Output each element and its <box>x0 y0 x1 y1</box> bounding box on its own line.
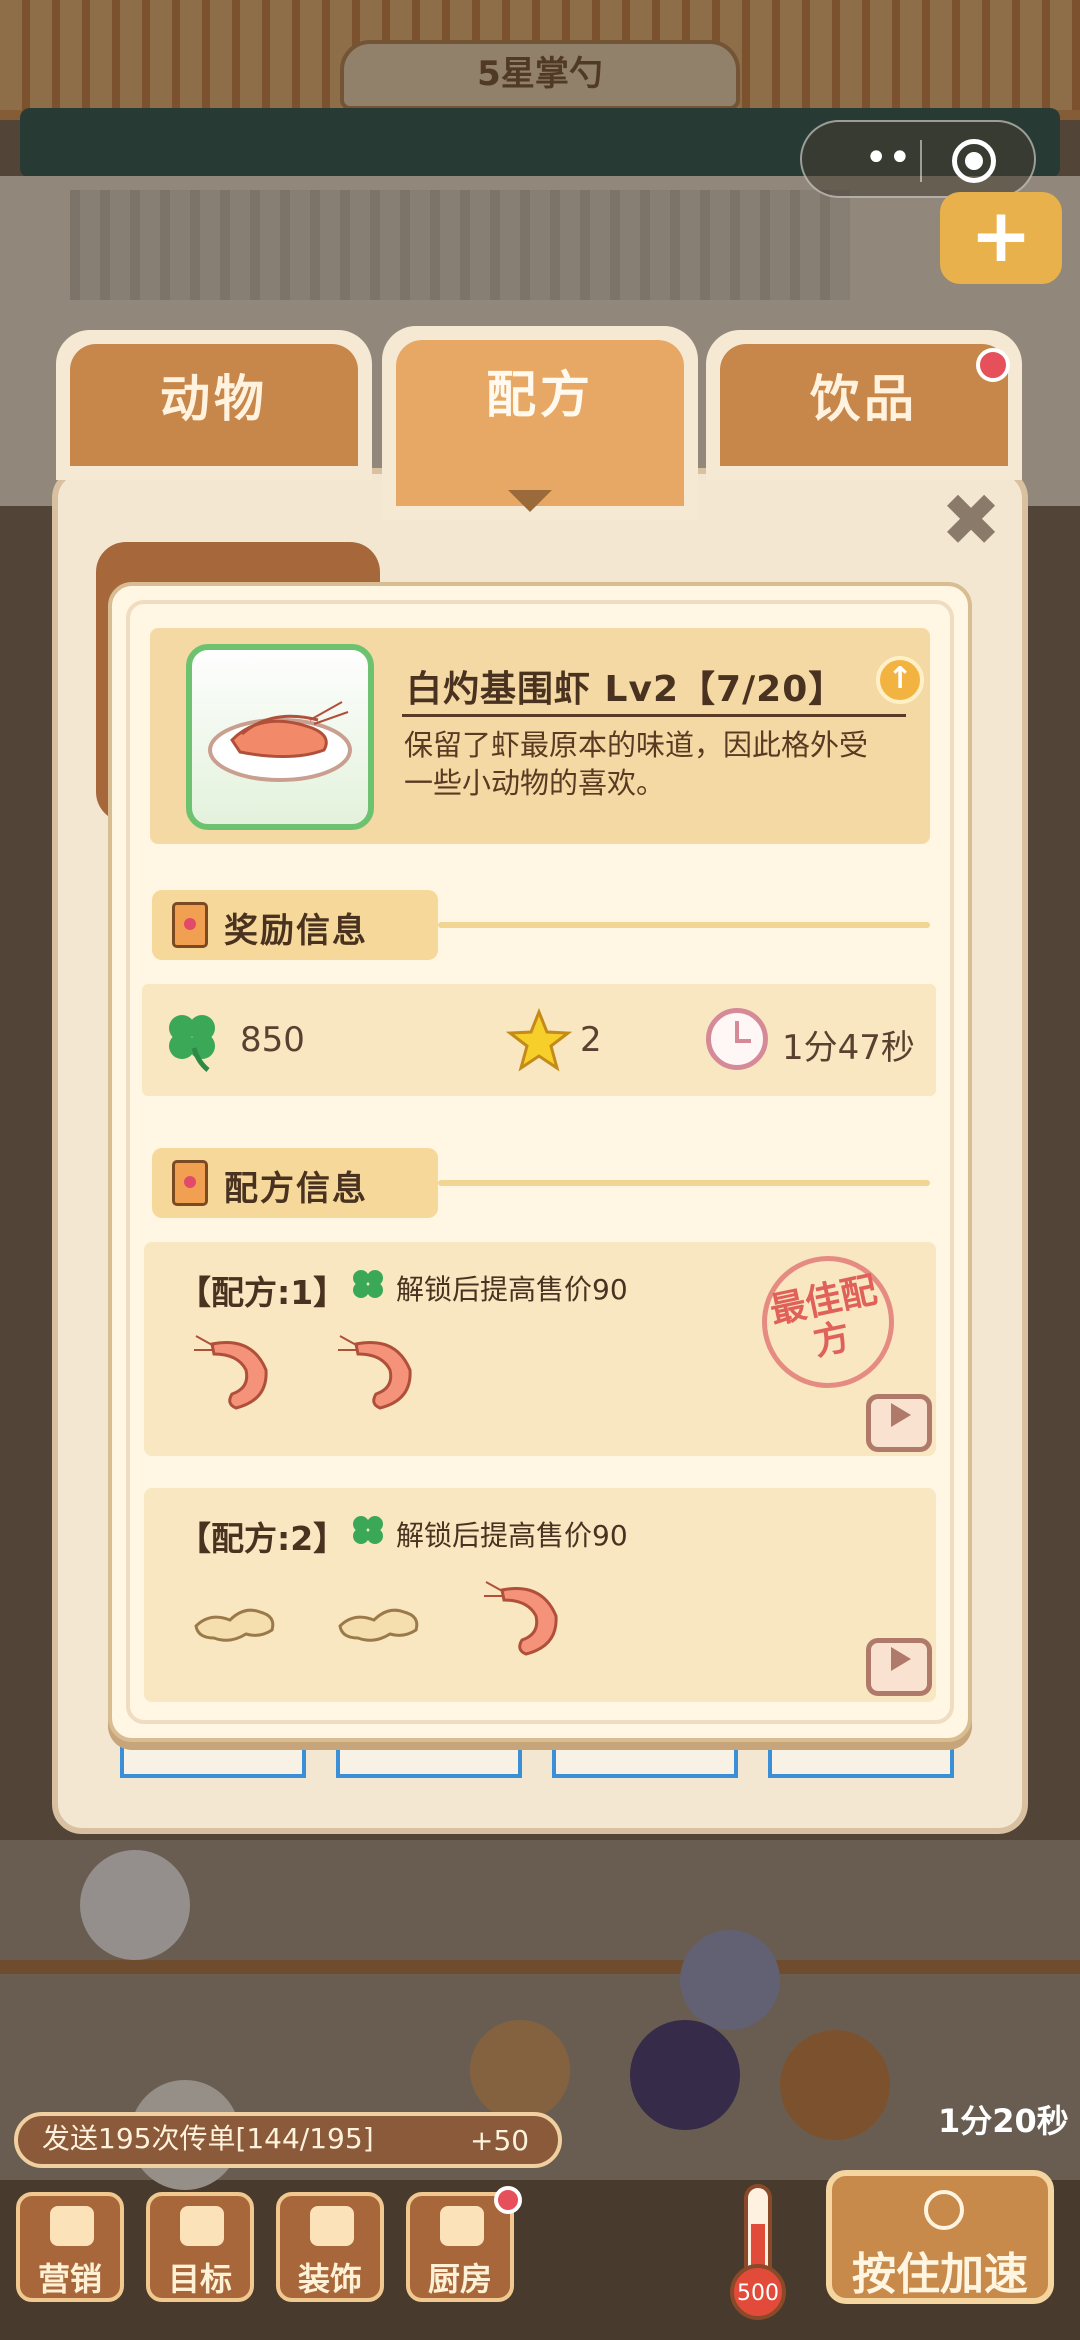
clock-icon <box>706 1008 768 1070</box>
dish-description: 保留了虾最原本的味道，因此格外受一些小动物的喜欢。 <box>404 728 869 800</box>
mini-program-capsule: •• <box>800 120 1036 198</box>
megaphone-icon <box>50 2206 94 2246</box>
more-button[interactable]: •• <box>838 136 938 186</box>
cook-time-value: 1分47秒 <box>782 1028 915 1068</box>
section-divider <box>438 1180 930 1186</box>
share-recipe-2-button[interactable] <box>866 1638 932 1696</box>
paint-roller-icon <box>310 2206 354 2246</box>
tab-drinks-label: 饮品 <box>720 344 1008 466</box>
ginger-ingredient-icon <box>194 1608 275 1642</box>
marketing-button[interactable]: 营销 <box>16 2192 124 2302</box>
recipe-1-label: 【配方:1】 <box>178 1273 347 1312</box>
reward-section-header: 奖励信息 <box>152 890 438 960</box>
active-tab-arrow <box>508 490 552 512</box>
speed-label: 按住加速 <box>852 2249 1028 2300</box>
tab-animals-label: 动物 <box>70 344 358 466</box>
close-program-button[interactable] <box>952 139 996 183</box>
clover-icon <box>353 1270 383 1298</box>
tab-animals[interactable]: 动物 <box>56 330 372 480</box>
close-icon[interactable]: ✖ <box>940 484 1002 556</box>
recipe-section-header: 配方信息 <box>152 1148 438 1218</box>
decor-button[interactable]: 装饰 <box>276 2192 384 2302</box>
dish-name-underline <box>402 714 906 717</box>
timer-text: 1分20秒 <box>938 2102 1069 2140</box>
reward-section-title: 奖励信息 <box>224 911 368 951</box>
heat-value: 500 <box>737 2281 779 2306</box>
kitchen-label: 厨房 <box>427 2260 492 2298</box>
clipboard-icon <box>172 902 208 948</box>
goals-button[interactable]: 目标 <box>146 2192 254 2302</box>
clipboard-icon <box>172 1160 208 1206</box>
star-icon <box>506 1008 572 1072</box>
shrimp-ingredient-icon <box>338 1335 412 1410</box>
dish-thumbnail <box>186 644 374 830</box>
cooking-pot-icon <box>440 2206 484 2246</box>
shrimp-plate-icon <box>208 701 352 782</box>
quest-text: 发送195次传单[144/195] <box>42 2122 374 2155</box>
speed-icon <box>924 2190 964 2230</box>
shrimp-ingredient-icon <box>484 1581 558 1656</box>
capsule-divider <box>920 140 922 182</box>
dish-name: 白灼基围虾 Lv2【7/20】 <box>406 669 846 710</box>
recipe-2-label: 【配方:2】 <box>178 1519 347 1558</box>
tab-recipes-label: 配方 <box>396 340 684 506</box>
shrimp-ingredient-icon <box>194 1335 268 1410</box>
upgrade-arrow-icon[interactable]: ↑ <box>876 656 924 704</box>
add-button[interactable]: + <box>940 192 1062 284</box>
recipe-1-unlock-text: 解锁后提高售价90 <box>396 1273 628 1306</box>
clover-reward-value: 850 <box>240 1020 305 1060</box>
tab-drinks[interactable]: 饮品 <box>706 330 1022 480</box>
target-icon <box>180 2206 224 2246</box>
marketing-label: 营销 <box>37 2260 102 2298</box>
kitchen-notification-badge <box>494 2186 522 2214</box>
ginger-ingredient-icon <box>338 1608 419 1642</box>
clover-icon <box>353 1516 383 1544</box>
section-divider <box>438 922 930 928</box>
hold-to-speed-button[interactable]: 按住加速 <box>826 2170 1054 2304</box>
clover-icon <box>169 1015 215 1072</box>
drinks-notification-badge <box>976 348 1010 382</box>
recipe-section-title: 配方信息 <box>224 1169 368 1209</box>
share-recipe-1-button[interactable] <box>866 1394 932 1452</box>
goals-label: 目标 <box>167 2260 232 2298</box>
decor-label: 装饰 <box>297 2260 362 2298</box>
star-reward-value: 2 <box>580 1020 602 1060</box>
heat-thermometer-icon: 500 <box>730 2184 786 2320</box>
recipe-2-unlock-text: 解锁后提高售价90 <box>396 1519 628 1552</box>
quest-bonus: +50 <box>470 2124 530 2157</box>
